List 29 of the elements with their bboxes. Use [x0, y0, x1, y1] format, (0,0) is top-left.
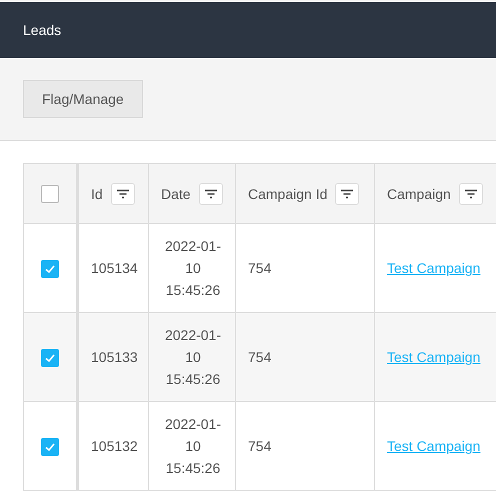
date-text: 2022-01-10 15:45:26 — [164, 237, 222, 300]
filter-icon[interactable] — [335, 182, 360, 204]
row-checkbox[interactable] — [41, 349, 59, 368]
id-text: 105134 — [91, 260, 138, 276]
id-text: 105132 — [91, 438, 138, 454]
column-header: Campaign Id — [248, 186, 328, 202]
check-icon — [44, 352, 56, 364]
row-checkbox[interactable] — [41, 260, 59, 278]
column-header: Date — [161, 186, 191, 202]
campaign-id-text: 754 — [248, 438, 272, 454]
filter-icon[interactable] — [198, 182, 223, 204]
date-text: 2022-01-10 15:45:26 — [164, 415, 222, 478]
page-title: Leads — [23, 22, 62, 38]
campaign-link[interactable]: Test Campaign — [387, 438, 480, 454]
filter-icon[interactable] — [458, 182, 483, 204]
row-checkbox[interactable] — [41, 438, 59, 456]
column-header: Campaign — [387, 186, 451, 202]
column-header: Id — [91, 186, 103, 202]
filter-icon[interactable] — [110, 182, 135, 204]
id-text: 105133 — [91, 349, 138, 365]
campaign-link[interactable]: Test Campaign — [387, 349, 480, 365]
date-text: 2022-01-10 15:45:26 — [164, 326, 222, 389]
flag-manage-button[interactable]: Flag/Manage — [23, 80, 143, 118]
campaign-id-text: 754 — [248, 260, 272, 276]
check-icon — [44, 441, 56, 454]
campaign-id-text: 754 — [248, 349, 272, 365]
campaign-link[interactable]: Test Campaign — [387, 260, 480, 276]
check-icon — [44, 263, 56, 276]
select-all-checkbox[interactable] — [41, 184, 59, 203]
